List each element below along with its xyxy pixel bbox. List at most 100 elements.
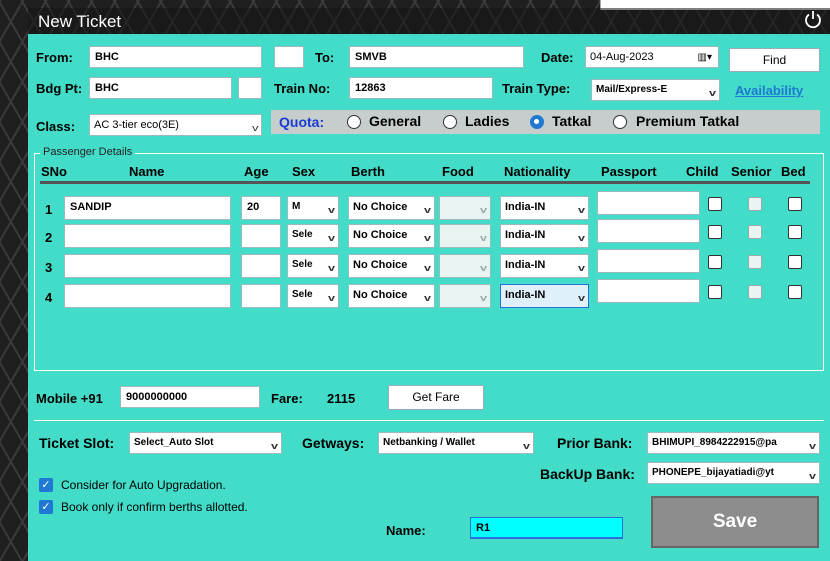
passenger-age-input[interactable] bbox=[241, 254, 281, 278]
passenger-passport-input[interactable] bbox=[597, 219, 700, 243]
passenger-bed-checkbox[interactable] bbox=[788, 225, 802, 239]
class-select[interactable]: AC 3-tier eco(3E) v bbox=[89, 114, 262, 136]
passenger-nationality-value: India-IN bbox=[505, 289, 546, 301]
passenger-name-input[interactable] bbox=[64, 224, 231, 248]
passenger-food-select[interactable]: v bbox=[439, 196, 491, 220]
bdg-pt-input[interactable]: BHC bbox=[89, 77, 232, 99]
swap-box[interactable] bbox=[274, 46, 304, 68]
quota-general-radio[interactable] bbox=[347, 115, 361, 129]
to-label: To: bbox=[315, 50, 335, 65]
passenger-nationality-value: India-IN bbox=[505, 229, 546, 241]
passenger-child-checkbox[interactable] bbox=[708, 255, 722, 269]
train-type-select[interactable]: Mail/Express-E v bbox=[591, 79, 720, 101]
get-fare-button[interactable]: Get Fare bbox=[388, 385, 484, 410]
save-button[interactable]: Save bbox=[651, 496, 819, 548]
name-label: Name: bbox=[386, 523, 426, 538]
quota-ladies-radio[interactable] bbox=[443, 115, 457, 129]
passenger-nationality-select[interactable]: India-IN v bbox=[500, 254, 589, 278]
auto-upgrade-label: Consider for Auto Upgradation. bbox=[61, 478, 226, 492]
passenger-senior-checkbox[interactable] bbox=[748, 225, 762, 239]
chevron-down-icon: v bbox=[479, 263, 488, 273]
col-age: Age bbox=[244, 164, 269, 179]
ticket-slot-select[interactable]: Select_Auto Slot v bbox=[129, 432, 282, 454]
passenger-sex-select[interactable]: Mv bbox=[287, 196, 339, 220]
passenger-name-input[interactable] bbox=[64, 254, 231, 278]
to-input[interactable]: SMVB bbox=[349, 46, 524, 68]
passenger-age-input[interactable] bbox=[241, 224, 281, 248]
quota-premium-tatkal-label[interactable]: Premium Tatkal bbox=[636, 113, 739, 129]
passenger-sex-select[interactable]: Sele v bbox=[287, 254, 339, 278]
prior-bank-select[interactable]: BHIMUPI_8984222915@pa v bbox=[647, 432, 820, 454]
passenger-berth-value: No Choice bbox=[353, 259, 408, 271]
getways-select[interactable]: Netbanking / Wallet v bbox=[378, 432, 534, 454]
passenger-nationality-select[interactable]: India-IN v bbox=[500, 224, 589, 248]
passenger-passport-input[interactable] bbox=[597, 249, 700, 273]
passenger-passport-input[interactable] bbox=[597, 191, 700, 215]
passenger-age-input[interactable] bbox=[241, 284, 281, 308]
find-button[interactable]: Find bbox=[729, 48, 820, 72]
chevron-down-icon: v bbox=[423, 205, 432, 215]
passenger-sno: 3 bbox=[45, 260, 53, 275]
passenger-sex-select[interactable]: Sele v bbox=[287, 284, 339, 308]
passenger-berth-select[interactable]: No Choice v bbox=[348, 224, 435, 248]
quota-tatkal-label[interactable]: Tatkal bbox=[552, 113, 591, 129]
passenger-bed-checkbox[interactable] bbox=[788, 197, 802, 211]
passenger-food-select[interactable]: v bbox=[439, 254, 491, 278]
passenger-passport-input[interactable] bbox=[597, 279, 700, 303]
passenger-child-checkbox[interactable] bbox=[708, 225, 722, 239]
passenger-age-input[interactable]: 20 bbox=[241, 196, 281, 220]
train-no-input[interactable]: 12863 bbox=[349, 77, 493, 99]
passenger-senior-checkbox[interactable] bbox=[748, 197, 762, 211]
passenger-senior-checkbox[interactable] bbox=[748, 285, 762, 299]
passenger-child-checkbox[interactable] bbox=[708, 285, 722, 299]
backup-bank-value: PHONEPE_bijayatiadi@yt bbox=[652, 467, 775, 478]
bdg-pt-code-input[interactable] bbox=[238, 77, 262, 99]
train-no-label: Train No: bbox=[274, 81, 331, 96]
chevron-down-icon: v bbox=[708, 88, 717, 98]
title-bar bbox=[28, 8, 830, 34]
passenger-berth-select[interactable]: No Choice v bbox=[348, 284, 435, 308]
passenger-bed-checkbox[interactable] bbox=[788, 255, 802, 269]
chevron-down-icon: v bbox=[327, 293, 336, 303]
passenger-senior-checkbox[interactable] bbox=[748, 255, 762, 269]
quota-premium-tatkal-radio[interactable] bbox=[613, 115, 627, 129]
mobile-input[interactable]: 9000000000 bbox=[120, 386, 260, 408]
passenger-sex-select[interactable]: Sele v bbox=[287, 224, 339, 248]
from-label: From: bbox=[36, 50, 73, 65]
quota-ladies-label[interactable]: Ladies bbox=[465, 113, 509, 129]
auto-upgrade-checkbox[interactable]: ✓ bbox=[39, 478, 53, 492]
date-value: 04-Aug-2023 bbox=[590, 51, 654, 63]
passenger-name-input[interactable] bbox=[64, 284, 231, 308]
confirm-berths-checkbox[interactable]: ✓ bbox=[39, 500, 53, 514]
passenger-sex-value: Sele bbox=[292, 229, 313, 240]
availability-link[interactable]: Availability bbox=[735, 83, 803, 98]
date-picker[interactable]: 04-Aug-2023 ▥▾ bbox=[585, 46, 719, 68]
col-child: Child bbox=[686, 164, 719, 179]
backup-bank-select[interactable]: PHONEPE_bijayatiadi@yt v bbox=[647, 462, 820, 484]
chevron-down-icon: v bbox=[423, 263, 432, 273]
chevron-down-icon: v bbox=[479, 233, 488, 243]
passenger-name-input[interactable]: SANDIP bbox=[64, 196, 231, 220]
passenger-berth-select[interactable]: No Choice v bbox=[348, 254, 435, 278]
passenger-child-checkbox[interactable] bbox=[708, 197, 722, 211]
passenger-bed-checkbox[interactable] bbox=[788, 285, 802, 299]
passenger-nationality-select[interactable]: India-IN v bbox=[500, 284, 589, 308]
backup-bank-label: BackUp Bank: bbox=[540, 466, 635, 482]
passenger-nationality-select[interactable]: India-IN v bbox=[500, 196, 589, 220]
chevron-down-icon: v bbox=[577, 205, 586, 215]
passenger-berth-select[interactable]: No Choice v bbox=[348, 196, 435, 220]
passenger-food-select[interactable]: v bbox=[439, 224, 491, 248]
quota-general-label[interactable]: General bbox=[369, 113, 421, 129]
passenger-food-select[interactable]: v bbox=[439, 284, 491, 308]
passenger-sex-value: Sele bbox=[292, 289, 313, 300]
power-icon[interactable] bbox=[803, 10, 823, 30]
col-bed: Bed bbox=[781, 164, 806, 179]
chevron-down-icon: v bbox=[423, 293, 432, 303]
confirm-berths-label: Book only if confirm berths allotted. bbox=[61, 500, 248, 514]
from-input[interactable]: BHC bbox=[89, 46, 262, 68]
name-input[interactable]: R1 bbox=[470, 517, 623, 539]
fare-label: Fare: bbox=[271, 391, 303, 406]
quota-tatkal-radio[interactable] bbox=[530, 115, 544, 129]
chevron-down-icon: v bbox=[327, 233, 336, 243]
col-senior: Senior bbox=[731, 164, 772, 179]
